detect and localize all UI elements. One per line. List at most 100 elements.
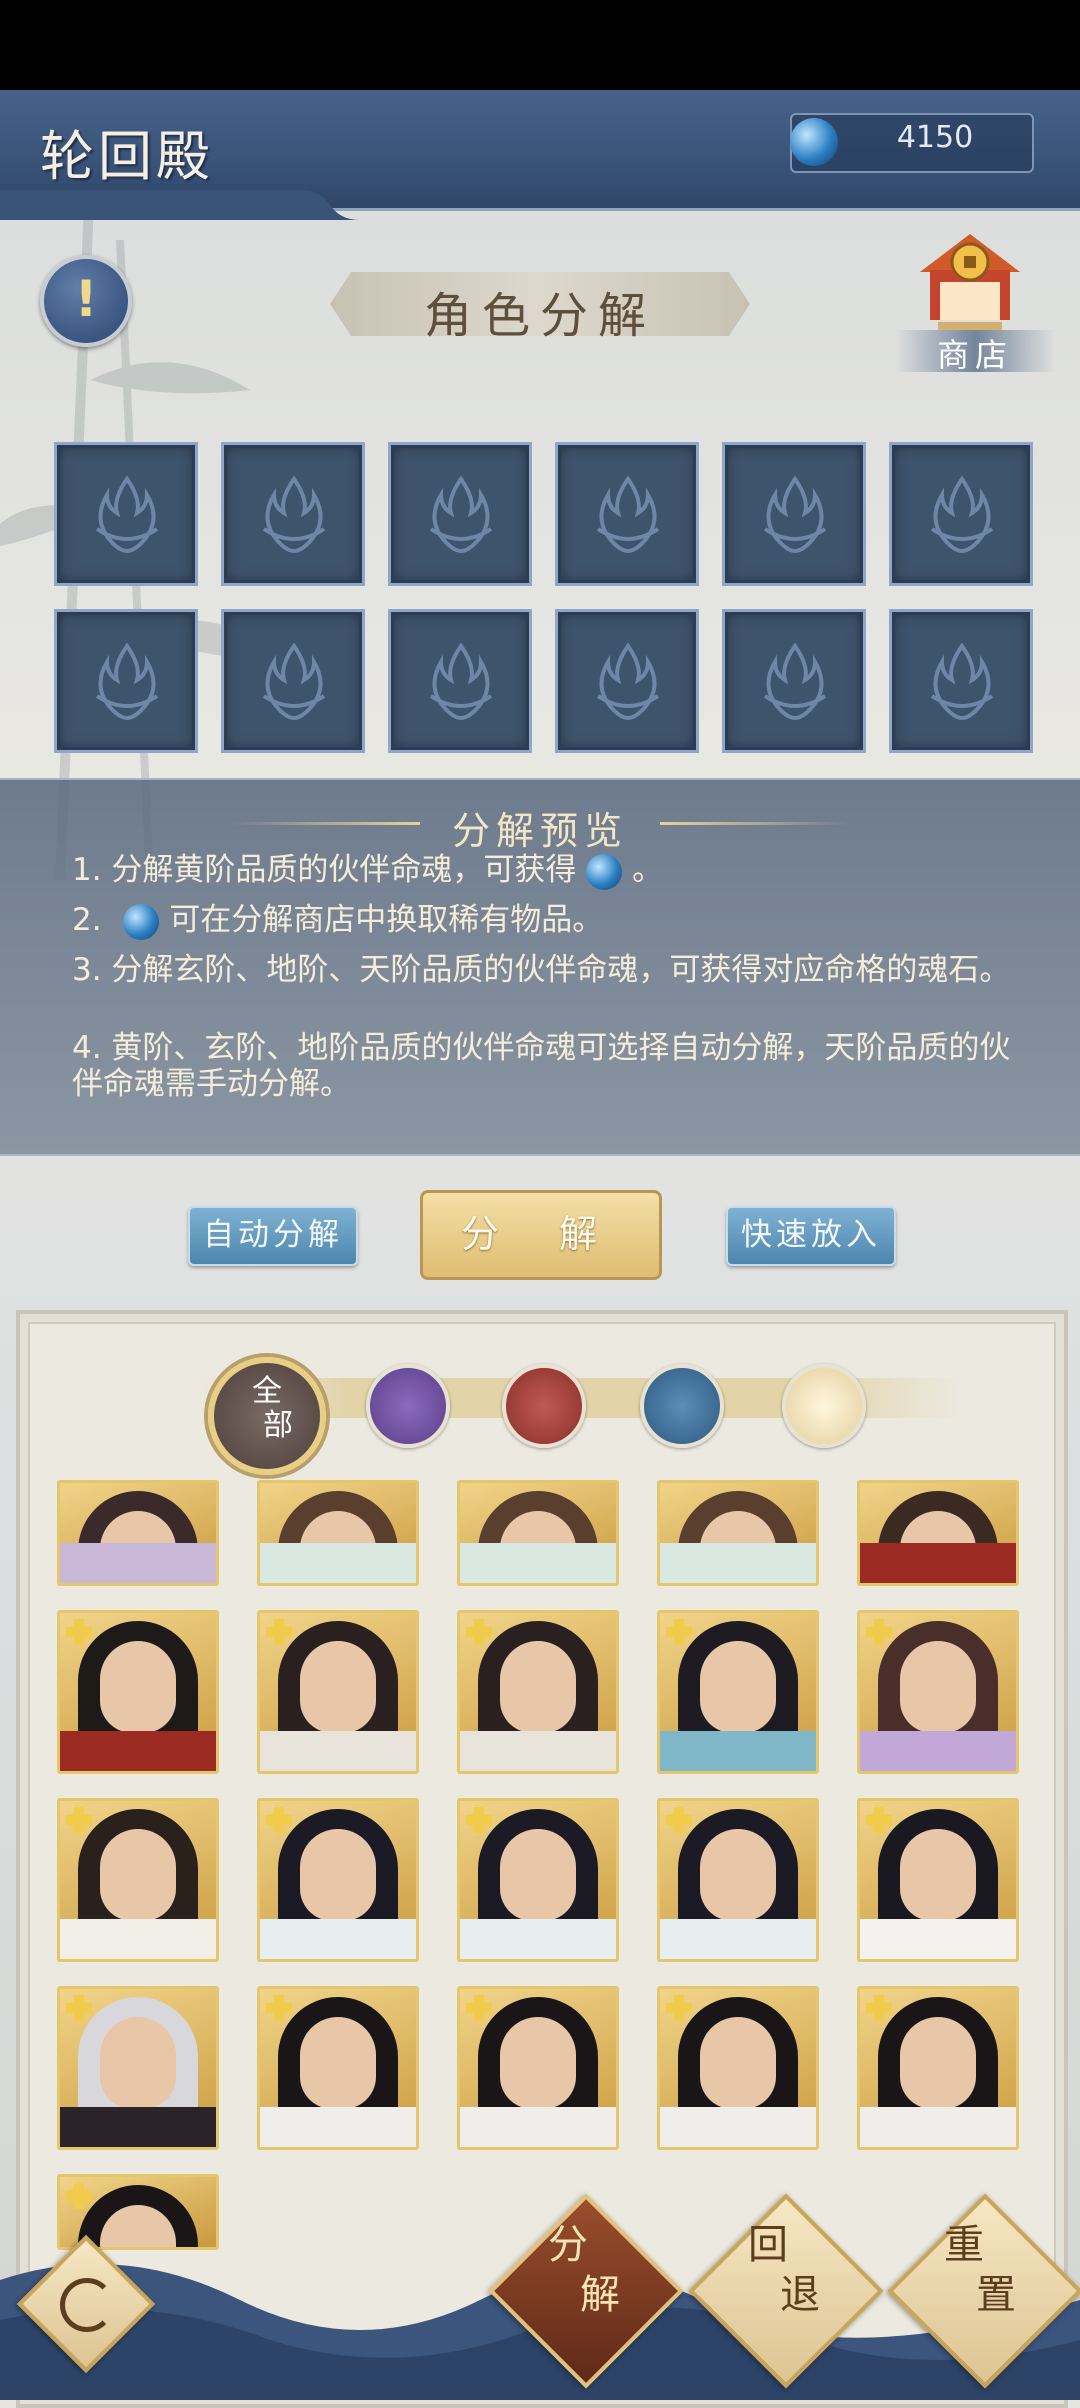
fragment-icon — [466, 1619, 492, 1645]
character-card[interactable] — [457, 1798, 619, 1962]
soul-flame-icon — [429, 475, 493, 553]
decompose-slot[interactable] — [221, 609, 365, 753]
decompose-slot[interactable] — [54, 442, 198, 586]
portrait-face — [900, 2017, 976, 2109]
portrait-body — [660, 1919, 816, 1959]
portrait-face — [300, 1829, 376, 1921]
character-card[interactable] — [57, 1798, 219, 1962]
character-card[interactable] — [857, 1986, 1019, 2150]
decompose-slot[interactable] — [889, 609, 1033, 753]
quick-add-button[interactable]: 快速放入 — [726, 1206, 896, 1266]
character-card[interactable] — [57, 1480, 219, 1586]
soul-flame-icon — [95, 475, 159, 553]
decompose-slot[interactable] — [722, 442, 866, 586]
character-card[interactable] — [457, 1480, 619, 1586]
shop-label[interactable]: 商店 — [895, 330, 1055, 374]
undo-bottom: 退 — [780, 2272, 820, 2318]
portrait-body — [260, 1731, 416, 1771]
portrait-face — [300, 2017, 376, 2109]
soul-flame-icon — [596, 475, 660, 553]
character-card[interactable] — [457, 1610, 619, 1774]
portrait-body — [460, 1543, 616, 1583]
fragment-icon — [266, 1807, 292, 1833]
title-deco-right — [660, 822, 850, 825]
filter-all-button[interactable]: 全 部 — [208, 1357, 326, 1475]
decompose-slot[interactable] — [388, 442, 532, 586]
portrait-face — [100, 1641, 176, 1733]
portrait-face — [700, 1641, 776, 1733]
header-wave-decoration — [0, 190, 360, 220]
character-card[interactable] — [657, 1798, 819, 1962]
decompose-slot[interactable] — [722, 609, 866, 753]
section-title: 角色分解 — [423, 288, 656, 344]
portrait-body — [460, 1731, 616, 1771]
fragment-icon — [666, 1619, 692, 1645]
character-card[interactable] — [57, 1986, 219, 2150]
character-card[interactable] — [657, 1480, 819, 1586]
filter-blue-wave-icon[interactable] — [640, 1364, 724, 1448]
info-button[interactable]: ! — [40, 255, 132, 347]
soul-flame-icon — [930, 642, 994, 720]
soul-flame-icon — [763, 475, 827, 553]
character-card[interactable] — [457, 1986, 619, 2150]
portrait-face — [700, 1829, 776, 1921]
character-card[interactable] — [657, 1986, 819, 2150]
portrait-body — [60, 2107, 216, 2147]
portrait-face — [500, 1829, 576, 1921]
character-card[interactable] — [257, 1610, 419, 1774]
decompose-slot[interactable] — [221, 442, 365, 586]
character-card[interactable] — [257, 1798, 419, 1962]
preview-line-1-text: 1. 分解黄阶品质的伙伴命魂，可获得 — [72, 852, 577, 888]
decompose-action-bottom: 解 — [580, 2272, 620, 2318]
character-card[interactable] — [857, 1610, 1019, 1774]
portrait-body — [660, 1543, 816, 1583]
portrait-body — [260, 1919, 416, 1959]
portrait-face — [100, 2017, 176, 2109]
decompose-slot[interactable] — [388, 609, 532, 753]
filter-all-top: 全 — [252, 1374, 282, 1409]
fragment-icon — [866, 1619, 892, 1645]
soul-flame-icon — [930, 475, 994, 553]
character-card[interactable] — [857, 1798, 1019, 1962]
soul-coin-icon — [586, 853, 623, 890]
fragment-icon — [66, 1807, 92, 1833]
decompose-slot[interactable] — [555, 609, 699, 753]
character-card[interactable] — [657, 1610, 819, 1774]
fragment-icon — [866, 1807, 892, 1833]
soul-flame-icon — [763, 642, 827, 720]
decompose-slot[interactable] — [889, 442, 1033, 586]
preview-line-2: 2. 可在分解商店中换取稀有物品。 — [72, 902, 1012, 940]
shop-icon[interactable] — [910, 222, 1030, 342]
filter-purple-icon[interactable] — [366, 1364, 450, 1448]
portrait-body — [460, 1919, 616, 1959]
fragment-icon — [266, 1995, 292, 2021]
decompose-button[interactable]: 分 解 — [420, 1190, 662, 1280]
decompose-slot[interactable] — [54, 609, 198, 753]
soul-flame-icon — [262, 475, 326, 553]
preview-line-1-end: 。 — [632, 852, 664, 888]
character-card[interactable] — [257, 1986, 419, 2150]
portrait-body — [460, 2107, 616, 2147]
character-card[interactable] — [57, 1610, 219, 1774]
auto-decompose-button[interactable]: 自动分解 — [188, 1206, 358, 1266]
portrait-body — [60, 1543, 216, 1583]
filter-gold-sun-icon[interactable] — [782, 1364, 866, 1448]
swirl-icon — [60, 2278, 114, 2332]
portrait-face — [500, 1641, 576, 1733]
reset-bottom: 置 — [976, 2272, 1016, 2318]
character-card[interactable] — [257, 1480, 419, 1586]
soul-flame-icon — [596, 642, 660, 720]
portrait-body — [60, 1919, 216, 1959]
filter-red-fire-icon[interactable] — [502, 1364, 586, 1448]
character-card[interactable] — [857, 1480, 1019, 1586]
filter-all-bottom: 部 — [263, 1408, 293, 1443]
portrait-body — [860, 2107, 1016, 2147]
portrait-body — [260, 2107, 416, 2147]
decompose-slot[interactable] — [555, 442, 699, 586]
fragment-icon — [666, 1995, 692, 2021]
fragment-icon — [866, 1995, 892, 2021]
portrait-body — [860, 1543, 1016, 1583]
soul-flame-icon — [429, 642, 493, 720]
soul-coin-icon — [123, 903, 160, 940]
preview-title: 分解预览 — [451, 809, 628, 853]
